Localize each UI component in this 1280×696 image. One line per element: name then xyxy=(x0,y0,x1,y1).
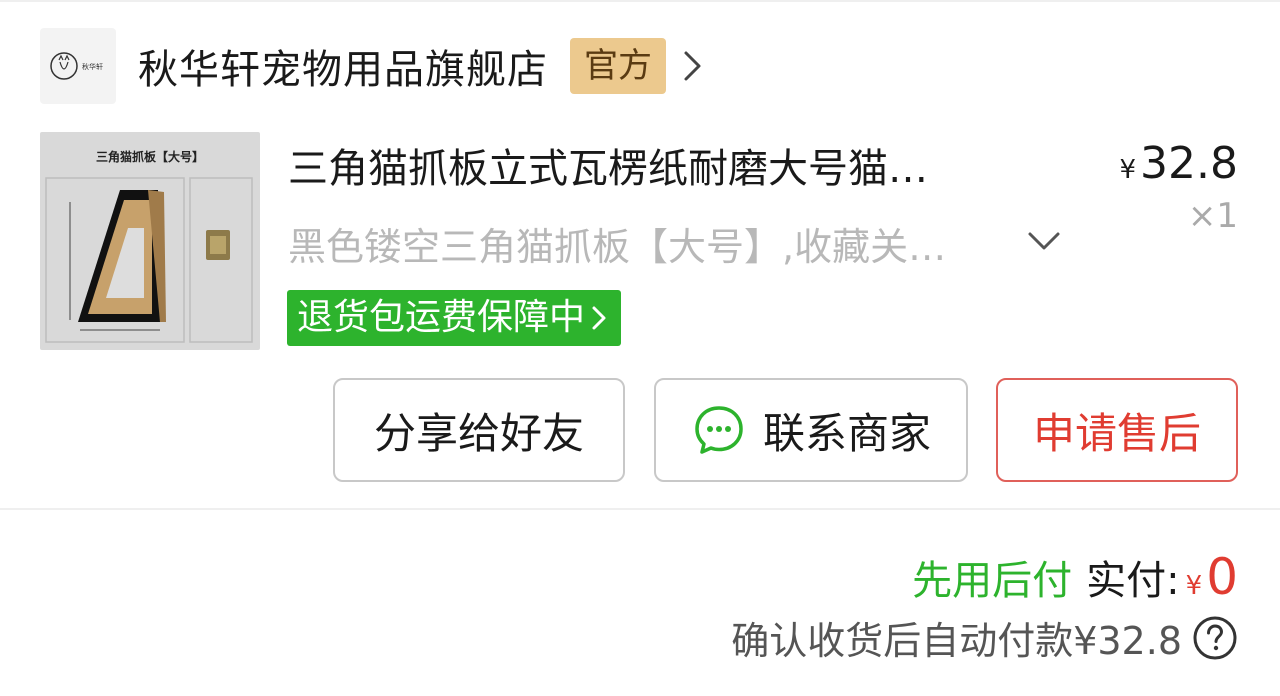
chat-bubble-icon xyxy=(695,406,743,454)
product-spec[interactable]: 黑色镂空三角猫抓板【大号】,收藏关… xyxy=(288,216,1008,271)
cat-logo-icon: 秋华轩 xyxy=(50,52,103,80)
official-badge: 官方 xyxy=(570,38,666,94)
paid-currency: ¥ xyxy=(1185,571,1203,601)
payment-summary: 先用后付 实付: ¥ 0 xyxy=(912,548,1238,606)
chevron-down-icon[interactable] xyxy=(1024,222,1064,262)
auto-pay-note: 确认收货后自动付款¥32.8 xyxy=(731,610,1238,665)
question-mark-icon[interactable] xyxy=(1192,615,1238,661)
logo-text: 秋华轩 xyxy=(82,62,103,71)
product-price: ¥32.8 xyxy=(1119,138,1238,189)
aftersale-label: 申请售后 xyxy=(1032,408,1201,458)
price-currency: ¥ xyxy=(1119,155,1137,185)
return-shipping-guarantee[interactable]: 退货包运费保障中 xyxy=(287,290,622,346)
paid-label: 实付: xyxy=(1086,558,1180,604)
store-logo: 秋华轩 xyxy=(40,28,116,104)
store-header[interactable]: 秋华轩 秋华轩宠物用品旗舰店 官方 xyxy=(40,28,708,104)
contact-label: 联系商家 xyxy=(762,408,931,458)
share-label: 分享给好友 xyxy=(373,408,584,458)
chevron-right-icon xyxy=(592,306,606,330)
product-quantity: ×1 xyxy=(1187,196,1238,236)
paid-amount: 0 xyxy=(1206,548,1238,606)
auto-pay-text: 确认收货后自动付款¥32.8 xyxy=(731,619,1182,663)
share-to-friend-button[interactable]: 分享给好友 xyxy=(333,378,625,482)
product-thumbnail[interactable]: 三角猫抓板【大号】 xyxy=(40,132,260,350)
product-image xyxy=(45,177,253,343)
guarantee-label: 退货包运费保障中 xyxy=(297,297,586,338)
contact-merchant-button[interactable]: 联系商家 xyxy=(654,378,968,482)
section-divider xyxy=(0,508,1280,510)
top-divider xyxy=(0,0,1280,2)
price-value: 32.8 xyxy=(1140,138,1238,189)
product-title[interactable]: 三角猫抓板立式瓦楞纸耐磨大号猫… xyxy=(288,136,1058,194)
store-name[interactable]: 秋华轩宠物用品旗舰店 xyxy=(138,37,548,95)
buy-now-pay-later-label: 先用后付 xyxy=(912,558,1073,604)
chevron-right-icon[interactable] xyxy=(682,46,708,86)
after-sales-button[interactable]: 申请售后 xyxy=(996,378,1238,482)
